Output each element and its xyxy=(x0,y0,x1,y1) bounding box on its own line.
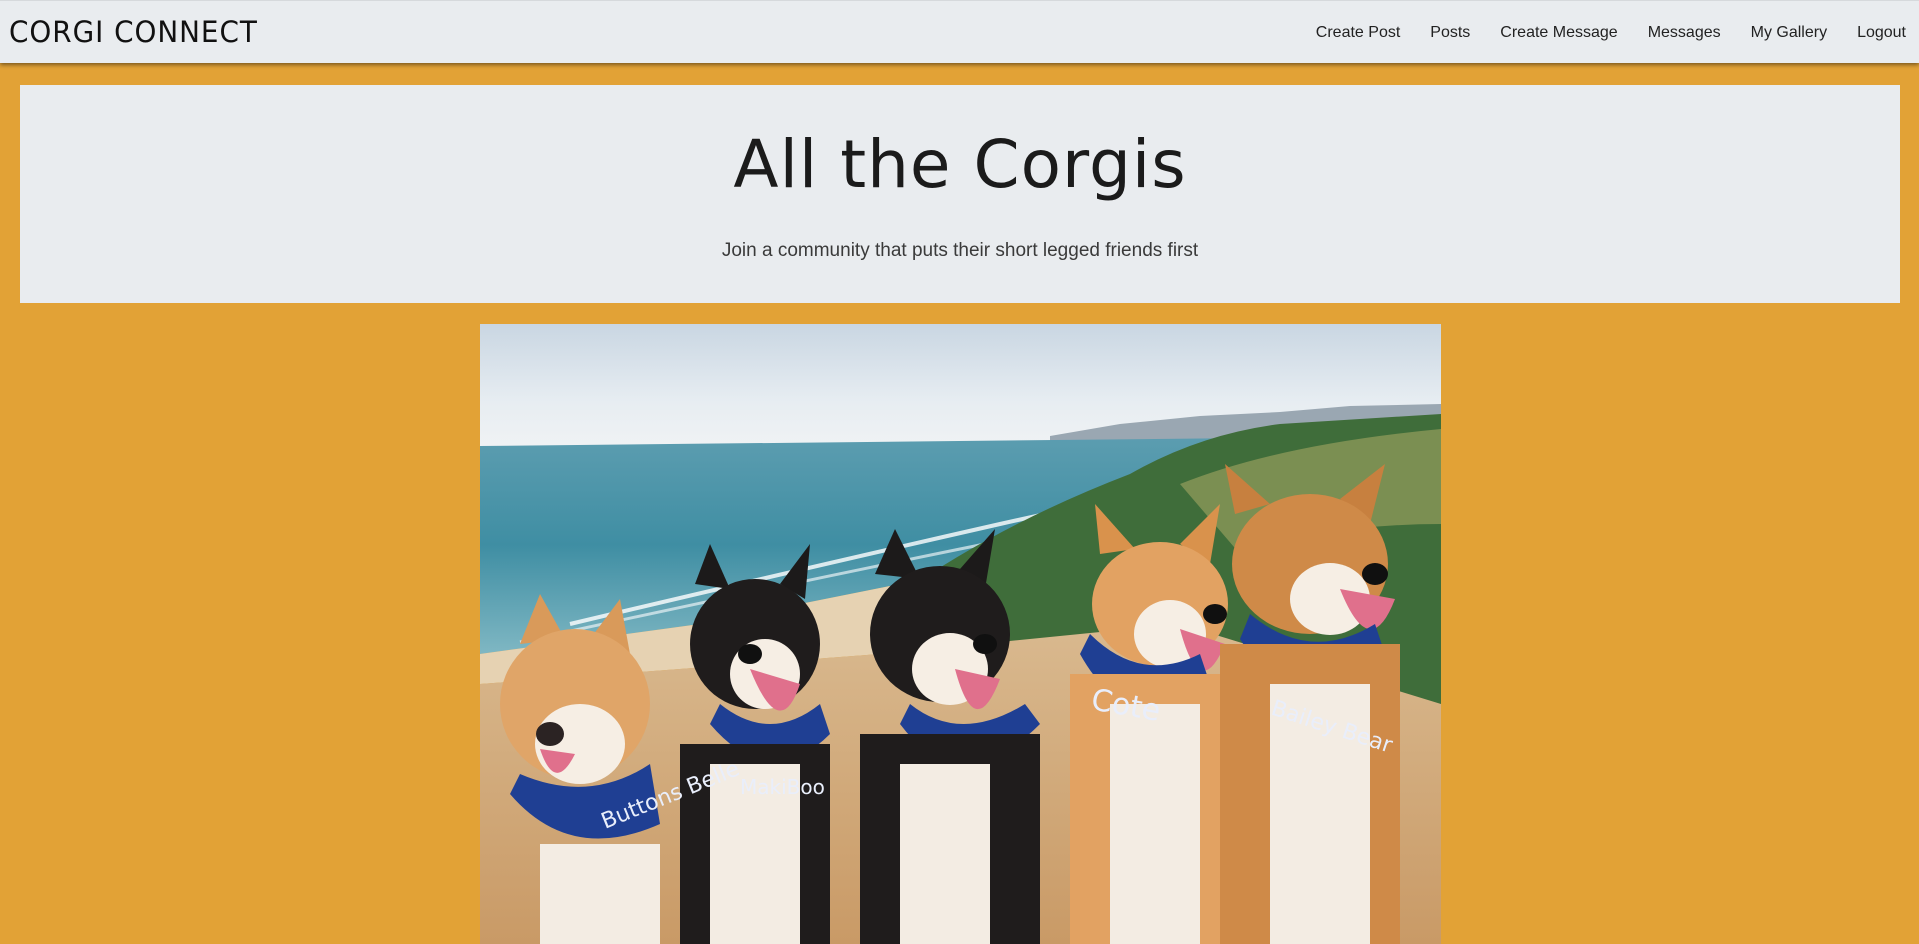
nav-link-messages[interactable]: Messages xyxy=(1648,24,1721,42)
bandana-label-makiboo: MakiBoo xyxy=(740,775,825,799)
corgi-beach-photo: Buttons Belle MakiBoo Cote Bailey Bear xyxy=(480,324,1441,944)
nav-link-posts[interactable]: Posts xyxy=(1430,24,1470,42)
top-navbar: CORGI CONNECT Create Post Posts Create M… xyxy=(0,0,1919,63)
nav-link-my-gallery[interactable]: My Gallery xyxy=(1751,24,1827,42)
nav-link-create-message[interactable]: Create Message xyxy=(1500,24,1617,42)
brand-logo[interactable]: CORGI CONNECT xyxy=(9,15,258,49)
hero-banner: All the Corgis Join a community that put… xyxy=(20,85,1900,303)
nav-link-create-post[interactable]: Create Post xyxy=(1316,24,1400,42)
nav-links: Create Post Posts Create Message Message… xyxy=(1286,1,1906,64)
hero-subtitle: Join a community that puts their short l… xyxy=(721,240,1199,261)
nav-link-logout[interactable]: Logout xyxy=(1857,24,1906,42)
hero-title: All the Corgis xyxy=(733,126,1187,203)
